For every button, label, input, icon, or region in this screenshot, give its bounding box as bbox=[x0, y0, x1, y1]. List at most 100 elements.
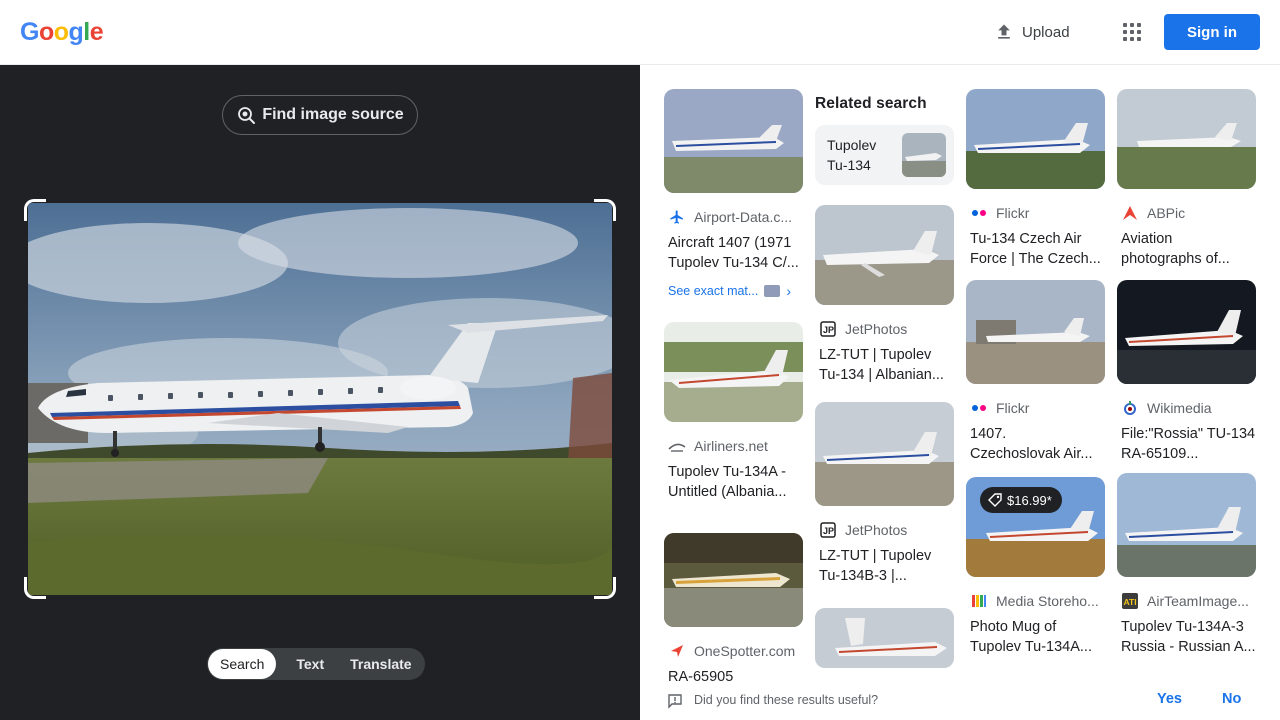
source-name: OneSpotter.com bbox=[694, 643, 796, 659]
result-source: Airliners.net bbox=[664, 436, 804, 456]
result-title: Aircraft 1407 (1971 Tupolev Tu-134 C/... bbox=[668, 235, 799, 271]
crop-region[interactable] bbox=[24, 199, 616, 599]
upload-icon bbox=[998, 24, 1010, 39]
tab-translate[interactable]: Translate bbox=[338, 649, 423, 679]
price-badge: $16.99* bbox=[980, 487, 1062, 513]
result-title: LZ-TUT | Tupolev Tu-134B-3 |... bbox=[819, 548, 932, 584]
svg-text:JP: JP bbox=[823, 526, 834, 536]
result-card[interactable]: Airport-Data.c... Aircraft 1407 (1971 Tu… bbox=[664, 89, 804, 299]
result-card[interactable] bbox=[815, 608, 955, 668]
wikimedia-icon bbox=[1121, 399, 1139, 417]
result-thumbnail bbox=[1117, 280, 1256, 384]
result-source: OneSpotter.com bbox=[664, 641, 804, 661]
jetphotos-icon: JP bbox=[819, 320, 837, 338]
source-name: Wikimedia bbox=[1147, 400, 1212, 416]
results-column-2: Related search Tupolev Tu-134 JP JetPhot… bbox=[815, 89, 955, 668]
related-search-thumbnail bbox=[902, 133, 946, 177]
apps-grid-icon[interactable] bbox=[1116, 16, 1148, 48]
logo-letter: e bbox=[89, 18, 104, 46]
result-card[interactable]: ABPic Aviation photographs of... bbox=[1117, 89, 1257, 269]
result-card[interactable]: ATI AirTeamImage... Tupolev Tu-134A-3 Ru… bbox=[1117, 473, 1257, 657]
result-source: Flickr bbox=[966, 203, 1106, 223]
find-image-source-button[interactable]: Find image source bbox=[222, 95, 418, 135]
result-source: ABPic bbox=[1117, 203, 1257, 223]
source-name: Media Storeho... bbox=[996, 593, 1099, 609]
result-source: Media Storeho... bbox=[966, 591, 1106, 611]
related-search-chip[interactable]: Tupolev Tu-134 bbox=[815, 125, 954, 185]
lens-mode-tabs: Search Text Translate bbox=[207, 648, 425, 680]
source-name: JetPhotos bbox=[845, 321, 908, 337]
result-card[interactable]: Wikimedia File:"Rossia" TU-134 RA-65109.… bbox=[1117, 280, 1257, 464]
result-thumbnail bbox=[664, 89, 803, 193]
source-name: ABPic bbox=[1147, 205, 1186, 221]
result-card[interactable]: Flickr Tu-134 Czech Air Force | The Czec… bbox=[966, 89, 1106, 269]
airliners-logo-icon bbox=[668, 437, 686, 455]
result-title: 1407. Czechoslovak Air... bbox=[970, 426, 1093, 462]
find-image-source-label: Find image source bbox=[262, 106, 404, 123]
source-name: Airport-Data.c... bbox=[694, 209, 793, 225]
result-title: LZ-TUT | Tupolev Tu-134 | Albanian... bbox=[819, 347, 944, 383]
feedback-yes-button[interactable]: Yes bbox=[1157, 691, 1182, 707]
result-title: File:"Rossia" TU-134 RA-65109... bbox=[1121, 426, 1256, 462]
source-name: Flickr bbox=[996, 400, 1030, 416]
result-source: Airport-Data.c... bbox=[664, 207, 804, 227]
crop-handle-top-left[interactable] bbox=[24, 199, 46, 221]
result-thumbnail bbox=[664, 533, 803, 627]
logo-letter: o bbox=[53, 18, 69, 46]
result-thumbnail bbox=[815, 205, 954, 305]
tab-search[interactable]: Search bbox=[208, 649, 277, 679]
result-card[interactable]: Airliners.net Tupolev Tu-134A - Untitled… bbox=[664, 322, 804, 502]
sign-in-button[interactable]: Sign in bbox=[1164, 14, 1260, 50]
result-source: ATI AirTeamImage... bbox=[1117, 591, 1257, 611]
tab-text[interactable]: Text bbox=[276, 649, 338, 679]
svg-text:JP: JP bbox=[823, 325, 834, 335]
result-title: Aviation photographs of... bbox=[1121, 231, 1230, 267]
result-thumbnail bbox=[815, 402, 954, 506]
feedback-no-button[interactable]: No bbox=[1222, 691, 1241, 707]
result-source: Flickr bbox=[966, 398, 1106, 418]
google-logo[interactable]: Google bbox=[20, 17, 104, 47]
result-card[interactable]: Flickr 1407. Czechoslovak Air... bbox=[966, 280, 1106, 464]
crop-handle-top-right[interactable] bbox=[594, 199, 616, 221]
related-search-heading: Related search bbox=[815, 95, 927, 112]
result-source: Wikimedia bbox=[1117, 398, 1257, 418]
feedback-bar: Did you find these results useful? Yes N… bbox=[640, 681, 1280, 720]
airplane-icon bbox=[668, 208, 686, 226]
source-name: Flickr bbox=[996, 205, 1030, 221]
crop-handle-bottom-left[interactable] bbox=[24, 577, 46, 599]
query-image-panel: Find image source Search Text Translate bbox=[0, 65, 640, 720]
result-source: JP JetPhotos bbox=[815, 319, 955, 339]
result-title: Tu-134 Czech Air Force | The Czech... bbox=[970, 231, 1101, 267]
feedback-icon bbox=[668, 694, 682, 709]
result-thumbnail bbox=[1117, 473, 1256, 577]
result-thumbnail bbox=[966, 89, 1105, 189]
jetphotos-icon: JP bbox=[819, 521, 837, 539]
abpic-icon bbox=[1121, 204, 1139, 222]
airteamimages-icon: ATI bbox=[1121, 592, 1139, 610]
results-column-1: Airport-Data.c... Aircraft 1407 (1971 Tu… bbox=[664, 89, 804, 707]
related-search-label: Tupolev Tu-134 bbox=[827, 137, 877, 173]
lens-search-icon bbox=[238, 107, 256, 124]
feedback-question: Did you find these results useful? bbox=[694, 693, 879, 707]
svg-text:ATI: ATI bbox=[1124, 597, 1137, 607]
source-name: AirTeamImage... bbox=[1147, 593, 1249, 609]
upload-label: Upload bbox=[1022, 23, 1070, 41]
flickr-icon bbox=[970, 204, 988, 222]
result-title: Tupolev Tu-134A-3 Russia - Russian A... bbox=[1121, 619, 1256, 655]
source-name: JetPhotos bbox=[845, 522, 908, 538]
chevron-right-icon: › bbox=[786, 283, 791, 299]
result-title: Photo Mug of Tupolev Tu-134A... bbox=[970, 619, 1092, 655]
crop-handle-bottom-right[interactable] bbox=[594, 577, 616, 599]
result-card[interactable]: $16.99* Media Storeho... Photo Mug of Tu… bbox=[966, 477, 1106, 657]
upload-button[interactable]: Upload bbox=[982, 14, 1082, 50]
results-column-3: Flickr Tu-134 Czech Air Force | The Czec… bbox=[966, 89, 1106, 657]
media-storehouse-icon bbox=[970, 592, 988, 610]
result-card[interactable]: JP JetPhotos LZ-TUT | Tupolev Tu-134B-3 … bbox=[815, 402, 955, 586]
result-card[interactable]: JP JetPhotos LZ-TUT | Tupolev Tu-134 | A… bbox=[815, 205, 955, 385]
result-thumbnail bbox=[1117, 89, 1256, 189]
visual-matches-panel: Airport-Data.c... Aircraft 1407 (1971 Tu… bbox=[640, 65, 1280, 720]
see-exact-matches-link[interactable]: See exact mat... › bbox=[664, 283, 804, 299]
query-photo bbox=[28, 203, 612, 595]
source-name: Airliners.net bbox=[694, 438, 768, 454]
price-tag-icon bbox=[988, 493, 1002, 507]
